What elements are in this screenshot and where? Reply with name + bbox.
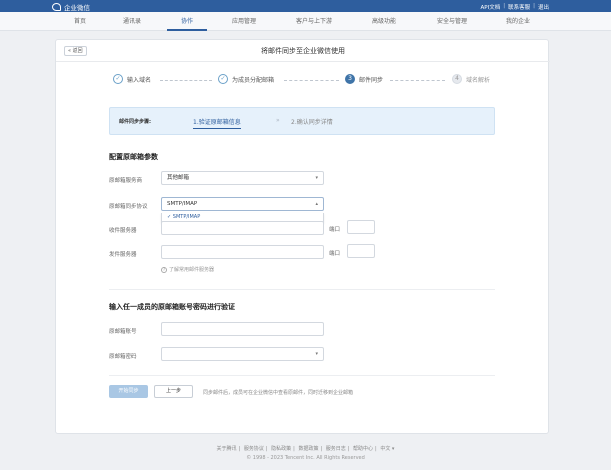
nav-item-customers[interactable]: 客户与上下游 [284,12,344,31]
check-icon: ✓ [113,74,123,84]
step-connector [284,80,339,81]
verify-section-title: 输入任一成员的原邮箱账号密码进行验证 [109,303,235,311]
prev-step-button[interactable]: 上一步 [154,385,193,398]
nav-item-apps[interactable]: 应用管理 [214,12,274,31]
step-connector [160,80,212,81]
step-label: 域名解析 [466,76,491,84]
check-icon: ✓ [218,74,228,84]
server-help-link[interactable]: ? 了解常用邮件服务器 [161,266,214,273]
step-label: 邮件同步 [359,76,384,84]
separator: | [503,3,506,9]
divider [109,375,495,376]
step-label: 为成员分配邮箱 [232,76,275,84]
protocol-value: SMTP/IMAP [167,201,198,207]
config-section-title: 配置原邮箱参数 [109,153,158,161]
double-chevron-icon: » [276,117,280,124]
main-card: « 返回 将邮件同步至企业微信使用 ✓ 输入域名 ✓ 为成员分配邮箱 3 邮件同… [55,39,550,434]
nav-item-contacts[interactable]: 通讯录 [102,12,162,31]
chevron-up-icon: ▴ [315,201,318,207]
footer-link-data[interactable]: 数据政策 [298,446,318,452]
app-name: 企业微信 [64,4,90,12]
start-sync-button[interactable]: 开始同步 [109,385,148,398]
footer-link-help[interactable]: 帮助中心 [353,446,373,452]
sync-note: 同步邮件后，成员可在企业微信中查看原邮件，同时迁移到企业邮箱 [203,390,354,396]
step-1: ✓ 输入域名 [113,74,151,84]
divider [109,289,495,290]
provider-select[interactable]: 其他邮箱 ▾ [161,171,324,185]
password-input[interactable]: ▾ [161,347,324,361]
nav-item-advanced[interactable]: 高级功能 [354,12,414,31]
contact-support-link[interactable]: 联系客服 [508,3,530,11]
strip-step-confirm: 2.确认同步详情 [291,119,333,126]
question-icon: ? [161,267,167,273]
incoming-server-input[interactable] [161,221,324,235]
hint-text: 了解常用邮件服务器 [169,267,215,273]
copyright: © 1998 - 2023 Tencent Inc. All Rights Re… [246,455,365,461]
step-label: 输入域名 [127,76,152,84]
main-nav: 首页 通讯录 协作 应用管理 客户与上下游 高级功能 安全与管理 我的企业 [0,12,611,31]
incoming-port-input[interactable] [347,220,375,234]
nav-item-collaboration[interactable]: 协作 [157,12,217,31]
nav-item-my-company[interactable]: 我的企业 [488,12,548,31]
incoming-port-label: 端口 [329,227,341,233]
footer-link-about[interactable]: 关于腾讯 [217,446,237,452]
outgoing-port-label: 端口 [329,251,341,257]
account-label: 原邮箱账号 [109,329,137,335]
strip-step-verify: 1.验证原邮箱信息 [193,119,241,129]
logout-link[interactable]: 退出 [538,3,549,11]
strip-label: 邮件同步步骤: [119,119,152,125]
outgoing-server-input[interactable] [161,245,324,259]
account-input[interactable] [161,322,324,336]
protocol-label: 原邮箱同步协议 [109,204,148,210]
provider-label: 原邮箱服务商 [109,178,143,184]
step-number: 4 [452,74,462,84]
step-connector [390,80,445,81]
top-bar: 企业微信 API文档 | 联系客服 | 退出 [0,0,611,12]
chat-bubble-icon [52,3,61,11]
separator: | [533,3,535,9]
nav-item-security[interactable]: 安全与管理 [422,12,482,31]
footer-link-privacy[interactable]: 隐私政策 [271,446,291,452]
step-3: 3 邮件同步 [345,74,383,84]
step-4: 4 域名解析 [452,74,490,84]
app-logo[interactable]: 企业微信 [52,2,90,12]
footer-link-terms[interactable]: 服务协议 [244,446,264,452]
chevron-down-icon: ▾ [315,351,318,357]
outgoing-port-input[interactable] [347,244,375,258]
incoming-server-label: 收件服务器 [109,228,137,234]
step-2: ✓ 为成员分配邮箱 [218,74,274,84]
protocol-select[interactable]: SMTP/IMAP ▴ [161,197,324,211]
card-header: « 返回 将邮件同步至企业微信使用 [56,40,550,62]
api-docs-link[interactable]: API文档 [481,3,501,11]
footer-links: 关于腾讯 | 服务协议 | 隐私政策 | 数据政策 | 服务日志 | 帮助中心 | 中文 ▾ [216,446,395,452]
top-links: API文档 | 联系客服 | 退出 [481,3,549,11]
sync-steps-strip: 邮件同步步骤: 1.验证原邮箱信息 » 2.确认同步详情 [109,107,495,135]
nav-item-home[interactable]: 首页 [50,12,110,31]
chevron-down-icon: ▾ [315,175,318,181]
step-number: 3 [345,74,355,84]
provider-value: 其他邮箱 [167,175,190,181]
password-label: 原邮箱密码 [109,354,137,360]
outgoing-server-label: 发件服务器 [109,252,137,258]
page-title: 将邮件同步至企业微信使用 [261,47,345,55]
language-select[interactable]: 中文 ▾ [380,446,394,452]
step-indicator: ✓ 输入域名 ✓ 为成员分配邮箱 3 邮件同步 4 域名解析 [56,62,550,100]
footer-link-log[interactable]: 服务日志 [326,446,346,452]
